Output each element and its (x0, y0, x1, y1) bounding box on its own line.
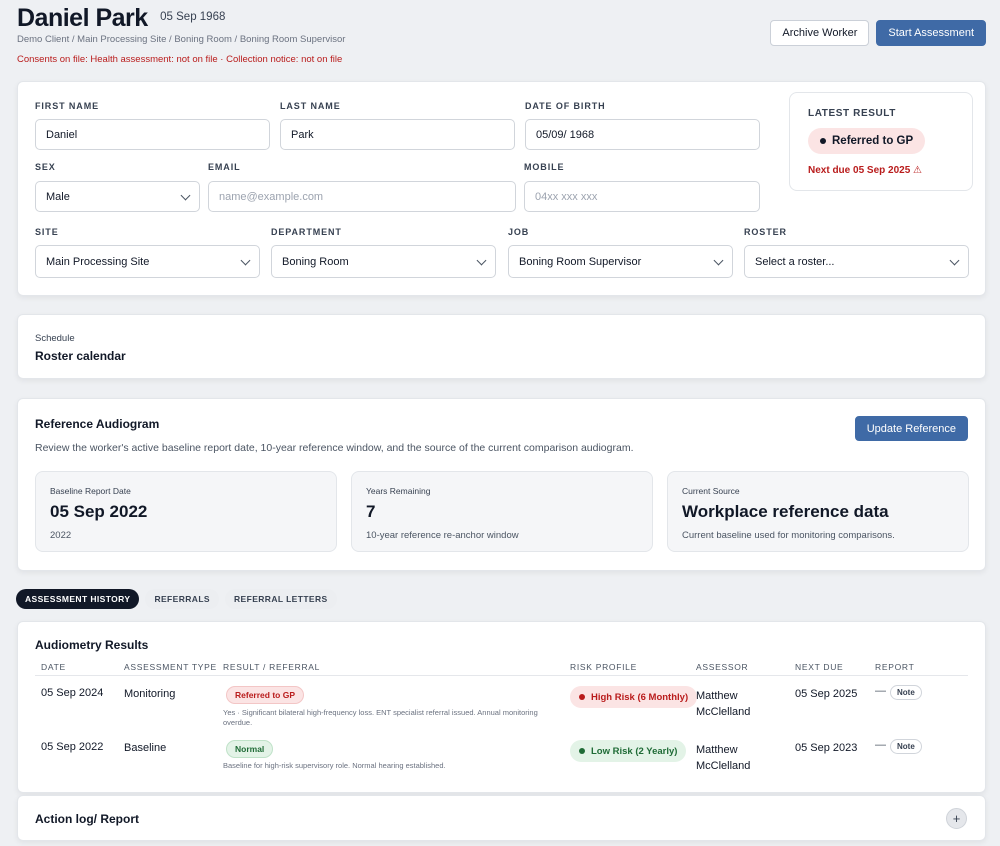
stat-sub: 2022 (50, 530, 72, 541)
first-name-field[interactable]: Daniel (35, 119, 270, 150)
reference-audiogram-card: Reference Audiogram Review the worker's … (17, 398, 986, 571)
audiometry-results-card: Audiometry Results DATE ASSESSMENT TYPE … (17, 621, 986, 793)
worker-details-card: FIRST NAME Daniel LAST NAME Park DATE OF… (17, 81, 986, 296)
department-label: DEPARTMENT (271, 227, 342, 237)
row-assessor: Matthew McClelland (696, 744, 751, 772)
stat-sub: Current baseline used for monitoring com… (682, 530, 895, 541)
note-button[interactable]: Note (890, 685, 922, 700)
row-assessor: Matthew McClelland (696, 690, 751, 718)
report-dash: — (875, 739, 886, 751)
col-assessment-type: ASSESSMENT TYPE (124, 662, 217, 672)
schedule-card[interactable]: Schedule Roster calendar (17, 314, 986, 379)
expand-plus-icon[interactable]: + (946, 808, 967, 829)
col-assessor: ASSESSOR (696, 662, 749, 672)
last-name-field[interactable]: Park (280, 119, 515, 150)
risk-dot-icon (579, 748, 585, 754)
stat-value: 05 Sep 2022 (50, 502, 148, 521)
row-next-due: 05 Sep 2025 (795, 688, 858, 700)
action-log-title: Action log/ Report (35, 812, 139, 826)
chevron-down-icon (949, 255, 960, 266)
result-note: Yes · Significant bilateral high-frequen… (223, 708, 538, 727)
stat-label: Baseline Report Date (50, 486, 131, 496)
row-next-due: 05 Sep 2023 (795, 742, 858, 754)
years-remaining-stat: Years Remaining 7 10-year reference re-a… (351, 471, 653, 552)
chevron-down-icon (240, 255, 251, 266)
next-due-warning: Next due 05 Sep 2025 ⚠ (808, 165, 923, 176)
row-date: 05 Sep 2024 (41, 687, 104, 699)
row-type: Monitoring (124, 688, 176, 700)
note-button[interactable]: Note (890, 739, 922, 754)
row-type: Baseline (124, 742, 167, 754)
col-report: REPORT (875, 662, 915, 672)
stat-value: Workplace reference data (682, 502, 889, 521)
action-log-card[interactable]: Action log/ Report + (17, 795, 986, 841)
col-date: DATE (41, 662, 66, 672)
risk-dot-icon (579, 694, 585, 700)
result-note: Baseline for high-risk supervisory role.… (223, 761, 446, 770)
archive-worker-button[interactable]: Archive Worker (770, 20, 870, 46)
roster-calendar-title: Roster calendar (35, 349, 126, 363)
col-result: RESULT / REFERRAL (223, 662, 321, 672)
department-select[interactable]: Boning Room (271, 245, 496, 278)
status-dot-icon (820, 138, 826, 144)
roster-label: ROSTER (744, 227, 787, 237)
job-label: JOB (508, 227, 530, 237)
worker-name: Daniel Park (17, 4, 148, 32)
table-divider (35, 675, 968, 676)
col-next-due: NEXT DUE (795, 662, 844, 672)
worker-dob: 05 Sep 1968 (160, 11, 226, 23)
tab-referral-letters[interactable]: REFERRAL LETTERS (225, 589, 337, 609)
stat-sub: 10-year reference re-anchor window (366, 530, 519, 541)
page-header: Daniel Park 05 Sep 1968 Demo Client / Ma… (17, 4, 986, 74)
row-date: 05 Sep 2022 (41, 741, 104, 753)
mobile-field[interactable]: 04xx xxx xxx (524, 181, 760, 212)
email-label: EMAIL (208, 162, 241, 172)
dob-label: DATE OF BIRTH (525, 101, 606, 111)
chevron-down-icon (713, 255, 724, 266)
results-title: Audiometry Results (35, 638, 149, 652)
current-source-stat: Current Source Workplace reference data … (667, 471, 969, 552)
start-assessment-button[interactable]: Start Assessment (876, 20, 986, 46)
latest-result-badge: Referred to GP (808, 128, 926, 154)
sex-select[interactable]: Male (35, 181, 200, 212)
result-badge: Referred to GP (226, 686, 304, 704)
roster-select[interactable]: Select a roster... (744, 245, 969, 278)
site-select[interactable]: Main Processing Site (35, 245, 260, 278)
col-risk: RISK PROFILE (570, 662, 637, 672)
stat-label: Years Remaining (366, 486, 431, 496)
tab-assessment-history[interactable]: ASSESSMENT HISTORY (16, 589, 140, 609)
mobile-label: MOBILE (524, 162, 565, 172)
email-field[interactable]: name@example.com (208, 181, 516, 212)
stat-value: 7 (366, 502, 376, 521)
reference-title: Reference Audiogram (35, 417, 160, 431)
last-name-label: LAST NAME (280, 101, 341, 111)
baseline-date-stat: Baseline Report Date 05 Sep 2022 2022 (35, 471, 337, 552)
result-badge: Normal (226, 740, 274, 758)
chevron-down-icon (476, 255, 487, 266)
risk-badge: High Risk (6 Monthly) (570, 686, 698, 708)
first-name-label: FIRST NAME (35, 101, 99, 111)
report-dash: — (875, 685, 886, 697)
update-reference-button[interactable]: Update Reference (854, 416, 968, 441)
schedule-subtitle: Schedule (35, 333, 75, 344)
job-select[interactable]: Boning Room Supervisor (508, 245, 733, 278)
reference-description: Review the worker's active baseline repo… (35, 442, 634, 454)
stat-label: Current Source (682, 486, 740, 496)
site-label: SITE (35, 227, 59, 237)
risk-badge: Low Risk (2 Yearly) (570, 740, 687, 762)
tab-referrals[interactable]: REFERRALS (145, 589, 219, 609)
latest-result-title: LATEST RESULT (808, 108, 896, 119)
dob-field[interactable]: 05/09/ 1968 (525, 119, 760, 150)
chevron-down-icon (180, 190, 191, 201)
history-tabs: ASSESSMENT HISTORY REFERRALS REFERRAL LE… (16, 589, 337, 609)
consents-warning: Consents on file: Health assessment: not… (17, 54, 343, 65)
sex-label: SEX (35, 162, 56, 172)
latest-result-panel: LATEST RESULT Referred to GP Next due 05… (789, 92, 973, 191)
